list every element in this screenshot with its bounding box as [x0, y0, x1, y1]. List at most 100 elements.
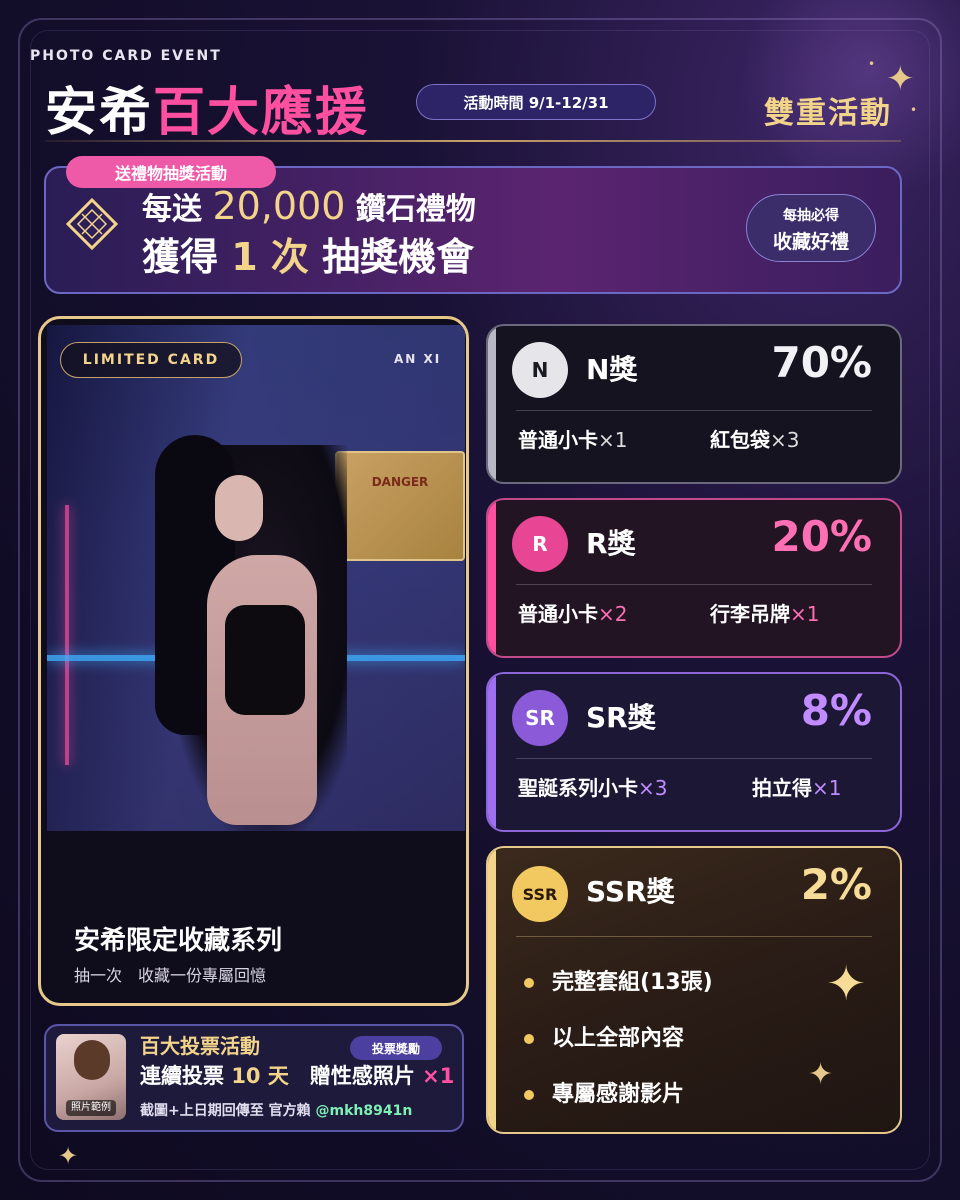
prize-probability: 70% — [771, 338, 872, 387]
ssr-bullet: 專屬感謝影片 — [524, 1076, 684, 1108]
prize-item-qty: ×3 — [770, 428, 800, 452]
diamond-amount: 20,000 — [212, 184, 346, 228]
prize-item: 普通小卡×1 — [518, 424, 627, 453]
vote-instructions: 截圖+上日期回傳至 官方賴 @mkh8941n — [140, 1100, 412, 1120]
prize-accent-bar — [488, 500, 496, 656]
ssr-bullet-text: 專屬感謝影片 — [552, 1082, 685, 1107]
sparkle-icon: ✦ — [826, 956, 867, 1012]
prize-divider — [516, 584, 872, 585]
collection-subtitle: 抽一次 收藏一份專屬回憶 — [74, 966, 267, 985]
danger-sign: DANGER — [335, 451, 465, 561]
event-tag: PHOTO CARD EVENT — [30, 48, 222, 64]
sample-photo-label: 照片範例 — [66, 1100, 116, 1116]
prize-accent-bar — [488, 326, 496, 482]
sample-photo-hair — [74, 1040, 110, 1080]
prize-probability: 8% — [800, 686, 872, 735]
prize-item-name: 普通小卡 — [518, 602, 598, 626]
sparkle-icon: • — [910, 103, 918, 117]
ssr-bullet: 以上全部內容 — [524, 1020, 684, 1052]
prize-divider — [516, 758, 872, 759]
title-highlight: 百大應援 — [153, 83, 370, 143]
ssr-bullet-text: 以上全部內容 — [552, 1026, 685, 1051]
prize-badge-r: R — [512, 516, 568, 572]
limited-card-tag: LIMITED CARD — [60, 342, 242, 378]
prize-name: R獎 — [586, 527, 636, 560]
prize-badge-sr: SR — [512, 690, 568, 746]
vote-title: 百大投票活動 — [140, 1034, 260, 1058]
prize-divider — [516, 936, 872, 937]
banner-line-1: 每送 20,000 鑽石禮物 — [142, 184, 476, 228]
neon-light-pink — [65, 505, 69, 765]
page-title: 安希百大應援 — [45, 70, 369, 145]
prize-item: 行李吊牌×1 — [710, 598, 819, 627]
prize-name: SSR獎 — [586, 875, 675, 908]
danger-sign-text: DANGER — [371, 475, 429, 489]
vote-line-middle: 贈性感照片 — [288, 1064, 423, 1088]
prize-card-r: R R獎 20% 普通小卡×2 行李吊牌×1 — [486, 498, 902, 658]
prize-card-n: N N獎 70% 普通小卡×1 紅包袋×3 — [486, 324, 902, 484]
vote-reward-line: 連續投票 10 天 贈性感照片 ×1 — [140, 1060, 454, 1090]
dot-icon — [524, 1090, 534, 1100]
model-photo: DANGER — [47, 325, 465, 831]
prize-item-qty: ×1 — [790, 602, 820, 626]
sparkle-icon: ✦ — [886, 59, 915, 99]
prize-card-sr: SR SR獎 8% 聖誕系列小卡×3 拍立得×1 — [486, 672, 902, 832]
prize-item: 拍立得×1 — [752, 772, 841, 801]
vote-days: 10 天 — [231, 1064, 289, 1088]
banner-line1-suffix: 鑽石禮物 — [345, 192, 476, 227]
ssr-bullet-text: 完整套組(13張) — [552, 970, 713, 995]
prize-badge-ssr: SSR — [512, 866, 568, 922]
ssr-bullet: 完整套組(13張) — [524, 964, 713, 996]
draw-count: 1 次 — [231, 235, 309, 279]
sample-photo: 照片範例 — [56, 1034, 126, 1120]
dot-icon — [524, 978, 534, 988]
line-id: @mkh8941n — [315, 1103, 413, 1119]
dot-icon — [524, 1034, 534, 1044]
badge-small-text: 每抽必得 — [783, 208, 839, 224]
prize-item-name: 行李吊牌 — [710, 602, 790, 626]
prize-item-qty: ×1 — [598, 428, 628, 452]
model-name-label: AN XI — [394, 352, 442, 366]
prize-accent-bar — [488, 848, 496, 1132]
collection-title: 安希限定收藏系列 — [74, 926, 283, 956]
sparkle-icon: ✦ — [808, 1057, 834, 1092]
title-name: 安希 — [45, 83, 154, 143]
prize-divider — [516, 410, 872, 411]
prize-item: 普通小卡×2 — [518, 598, 627, 627]
vote-reward-badge: 投票獎勵 — [350, 1036, 442, 1060]
prize-item: 聖誕系列小卡×3 — [518, 772, 667, 801]
event-period-badge: 活動時間 9/1-12/31 — [416, 84, 656, 120]
prize-name: SR獎 — [586, 701, 656, 734]
prize-probability: 20% — [771, 512, 872, 561]
banner-line1-prefix: 每送 — [142, 192, 213, 227]
vote-instructions-text: 截圖+上日期回傳至 官方賴 — [140, 1103, 316, 1119]
double-event-label: 雙重活動 — [764, 96, 892, 131]
prize-badge-n: N — [512, 342, 568, 398]
sparkle-icon: • — [868, 57, 876, 71]
vote-reward-qty: ×1 — [422, 1064, 455, 1088]
banner-line2-prefix: 獲得 — [142, 235, 232, 279]
prize-name: N獎 — [586, 353, 638, 386]
prize-card-ssr: SSR SSR獎 2% 完整套組(13張) 以上全部內容 專屬感謝影片 ✦ ✦ — [486, 846, 902, 1134]
banner-line-2: 獲得 1 次 抽獎機會 — [142, 226, 474, 281]
header-divider — [45, 140, 901, 142]
limited-photo-card: DANGER — [38, 316, 469, 1006]
prize-item-name: 拍立得 — [752, 776, 812, 800]
prize-item-name: 紅包袋 — [710, 428, 770, 452]
model-face — [215, 475, 263, 541]
prize-accent-bar — [488, 674, 496, 830]
prize-item-name: 普通小卡 — [518, 428, 598, 452]
badge-big-text: 收藏好禮 — [772, 231, 849, 253]
vote-line-prefix: 連續投票 — [140, 1064, 232, 1088]
prize-item: 紅包袋×3 — [710, 424, 799, 453]
banner-line2-suffix: 抽獎機會 — [308, 235, 475, 279]
guaranteed-gift-badge: 每抽必得 收藏好禮 — [746, 194, 876, 262]
sparkle-icon: ✦ — [58, 1142, 79, 1170]
prize-item-qty: ×3 — [638, 776, 668, 800]
diamond-icon — [65, 197, 119, 251]
model-outfit — [225, 605, 305, 715]
prize-item-qty: ×2 — [598, 602, 628, 626]
prize-item-qty: ×1 — [812, 776, 842, 800]
prize-probability: 2% — [800, 860, 872, 909]
prize-item-name: 聖誕系列小卡 — [518, 776, 638, 800]
